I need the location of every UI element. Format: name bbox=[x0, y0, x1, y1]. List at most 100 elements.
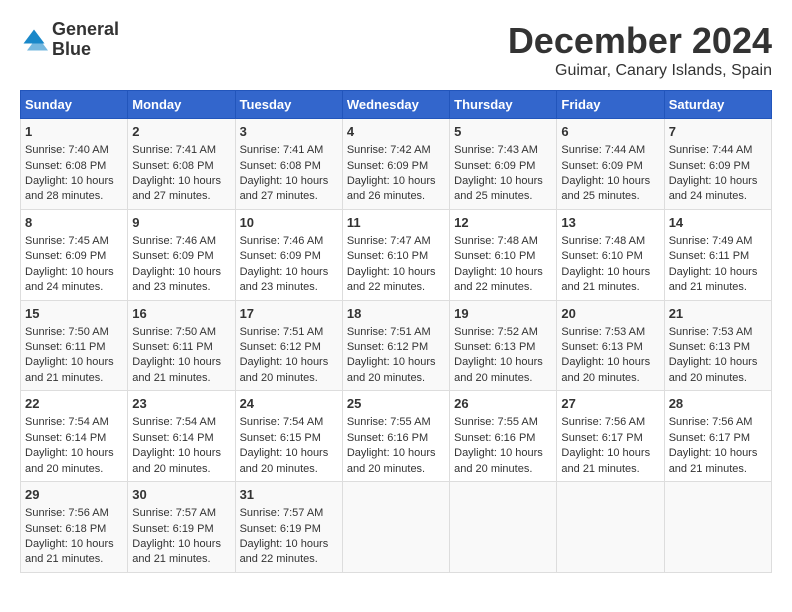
day-header-wednesday: Wednesday bbox=[342, 91, 449, 119]
day-number: 9 bbox=[132, 214, 230, 232]
day-number: 26 bbox=[454, 395, 552, 413]
calendar-cell: 28 Sunrise: 7:56 AM Sunset: 6:17 PM Dayli… bbox=[664, 391, 771, 482]
day-number: 20 bbox=[561, 305, 659, 323]
day-number: 27 bbox=[561, 395, 659, 413]
day-number: 7 bbox=[669, 123, 767, 141]
day-number: 18 bbox=[347, 305, 445, 323]
day-info: Sunrise: 7:50 AM Sunset: 6:11 PM Dayligh… bbox=[25, 325, 123, 387]
day-number: 11 bbox=[347, 214, 445, 232]
calendar-cell bbox=[342, 482, 449, 573]
day-info: Sunrise: 7:47 AM Sunset: 6:10 PM Dayligh… bbox=[347, 234, 445, 296]
calendar-cell: 16Sunrise: 7:50 AM Sunset: 6:11 PM Dayli… bbox=[128, 300, 235, 391]
day-info: Sunrise: 7:41 AM Sunset: 6:08 PM Dayligh… bbox=[240, 143, 338, 205]
day-number: 15 bbox=[25, 305, 123, 323]
day-number: 25 bbox=[347, 395, 445, 413]
day-header-thursday: Thursday bbox=[450, 91, 557, 119]
day-number: 28 bbox=[669, 395, 767, 413]
title-block: December 2024 Guimar, Canary Islands, Sp… bbox=[508, 20, 772, 80]
day-number: 31 bbox=[240, 486, 338, 504]
day-number: 13 bbox=[561, 214, 659, 232]
calendar-cell: 11 Sunrise: 7:47 AM Sunset: 6:10 PM Dayli… bbox=[342, 209, 449, 300]
calendar-cell: 14 Sunrise: 7:49 AM Sunset: 6:11 PM Dayli… bbox=[664, 209, 771, 300]
calendar-table: SundayMondayTuesdayWednesdayThursdayFrid… bbox=[20, 90, 772, 573]
calendar-cell: 30 Sunrise: 7:57 AM Sunset: 6:19 PM Dayli… bbox=[128, 482, 235, 573]
calendar-cell: 2 Sunrise: 7:41 AM Sunset: 6:08 PM Daylig… bbox=[128, 119, 235, 210]
day-info: Sunrise: 7:55 AM Sunset: 6:16 PM Dayligh… bbox=[454, 415, 552, 477]
day-info: Sunrise: 7:56 AM Sunset: 6:17 PM Dayligh… bbox=[669, 415, 767, 477]
day-number: 4 bbox=[347, 123, 445, 141]
day-info: Sunrise: 7:51 AM Sunset: 6:12 PM Dayligh… bbox=[240, 325, 338, 387]
calendar-cell: 1 Sunrise: 7:40 AM Sunset: 6:08 PM Daylig… bbox=[21, 119, 128, 210]
day-info: Sunrise: 7:48 AM Sunset: 6:10 PM Dayligh… bbox=[454, 234, 552, 296]
calendar-cell: 24 Sunrise: 7:54 AM Sunset: 6:15 PM Dayli… bbox=[235, 391, 342, 482]
day-info: Sunrise: 7:43 AM Sunset: 6:09 PM Dayligh… bbox=[454, 143, 552, 205]
calendar-cell: 8Sunrise: 7:45 AM Sunset: 6:09 PM Daylig… bbox=[21, 209, 128, 300]
calendar-cell bbox=[450, 482, 557, 573]
day-number: 22 bbox=[25, 395, 123, 413]
day-info: Sunrise: 7:40 AM Sunset: 6:08 PM Dayligh… bbox=[25, 143, 123, 205]
calendar-cell: 23Sunrise: 7:54 AM Sunset: 6:14 PM Dayli… bbox=[128, 391, 235, 482]
day-info: Sunrise: 7:46 AM Sunset: 6:09 PM Dayligh… bbox=[132, 234, 230, 296]
day-info: Sunrise: 7:42 AM Sunset: 6:09 PM Dayligh… bbox=[347, 143, 445, 205]
page-header: General Blue December 2024 Guimar, Canar… bbox=[20, 20, 772, 80]
day-info: Sunrise: 7:54 AM Sunset: 6:14 PM Dayligh… bbox=[25, 415, 123, 477]
day-info: Sunrise: 7:54 AM Sunset: 6:15 PM Dayligh… bbox=[240, 415, 338, 477]
calendar-cell: 20Sunrise: 7:53 AM Sunset: 6:13 PM Dayli… bbox=[557, 300, 664, 391]
day-number: 30 bbox=[132, 486, 230, 504]
day-number: 17 bbox=[240, 305, 338, 323]
day-info: Sunrise: 7:56 AM Sunset: 6:17 PM Dayligh… bbox=[561, 415, 659, 477]
header-row: SundayMondayTuesdayWednesdayThursdayFrid… bbox=[21, 91, 772, 119]
day-header-friday: Friday bbox=[557, 91, 664, 119]
day-number: 6 bbox=[561, 123, 659, 141]
day-number: 12 bbox=[454, 214, 552, 232]
day-number: 10 bbox=[240, 214, 338, 232]
day-number: 16 bbox=[132, 305, 230, 323]
logo: General Blue bbox=[20, 20, 119, 60]
day-header-tuesday: Tuesday bbox=[235, 91, 342, 119]
day-number: 24 bbox=[240, 395, 338, 413]
day-info: Sunrise: 7:51 AM Sunset: 6:12 PM Dayligh… bbox=[347, 325, 445, 387]
calendar-cell: 19 Sunrise: 7:52 AM Sunset: 6:13 PM Dayli… bbox=[450, 300, 557, 391]
calendar-cell: 12 Sunrise: 7:48 AM Sunset: 6:10 PM Dayli… bbox=[450, 209, 557, 300]
day-info: Sunrise: 7:54 AM Sunset: 6:14 PM Dayligh… bbox=[132, 415, 230, 477]
day-info: Sunrise: 7:57 AM Sunset: 6:19 PM Dayligh… bbox=[132, 506, 230, 568]
calendar-cell: 17 Sunrise: 7:51 AM Sunset: 6:12 PM Dayli… bbox=[235, 300, 342, 391]
week-row-4: 22 Sunrise: 7:54 AM Sunset: 6:14 PM Dayli… bbox=[21, 391, 772, 482]
day-number: 3 bbox=[240, 123, 338, 141]
day-info: Sunrise: 7:56 AM Sunset: 6:18 PM Dayligh… bbox=[25, 506, 123, 568]
week-row-3: 15 Sunrise: 7:50 AM Sunset: 6:11 PM Dayli… bbox=[21, 300, 772, 391]
day-info: Sunrise: 7:53 AM Sunset: 6:13 PM Dayligh… bbox=[669, 325, 767, 387]
day-number: 14 bbox=[669, 214, 767, 232]
calendar-cell: 31 Sunrise: 7:57 AM Sunset: 6:19 PM Dayli… bbox=[235, 482, 342, 573]
day-header-monday: Monday bbox=[128, 91, 235, 119]
calendar-cell: 13 Sunrise: 7:48 AM Sunset: 6:10 PM Dayli… bbox=[557, 209, 664, 300]
day-info: Sunrise: 7:44 AM Sunset: 6:09 PM Dayligh… bbox=[561, 143, 659, 205]
calendar-cell: 27 Sunrise: 7:56 AM Sunset: 6:17 PM Dayli… bbox=[557, 391, 664, 482]
day-info: Sunrise: 7:41 AM Sunset: 6:08 PM Dayligh… bbox=[132, 143, 230, 205]
calendar-cell: 18 Sunrise: 7:51 AM Sunset: 6:12 PM Dayli… bbox=[342, 300, 449, 391]
day-info: Sunrise: 7:48 AM Sunset: 6:10 PM Dayligh… bbox=[561, 234, 659, 296]
calendar-cell: 26 Sunrise: 7:55 AM Sunset: 6:16 PM Dayli… bbox=[450, 391, 557, 482]
calendar-cell: 21 Sunrise: 7:53 AM Sunset: 6:13 PM Dayli… bbox=[664, 300, 771, 391]
day-number: 19 bbox=[454, 305, 552, 323]
week-row-2: 8Sunrise: 7:45 AM Sunset: 6:09 PM Daylig… bbox=[21, 209, 772, 300]
day-number: 1 bbox=[25, 123, 123, 141]
logo-text: General Blue bbox=[52, 20, 119, 60]
calendar-cell: 15 Sunrise: 7:50 AM Sunset: 6:11 PM Dayli… bbox=[21, 300, 128, 391]
day-info: Sunrise: 7:57 AM Sunset: 6:19 PM Dayligh… bbox=[240, 506, 338, 568]
day-info: Sunrise: 7:49 AM Sunset: 6:11 PM Dayligh… bbox=[669, 234, 767, 296]
main-title: December 2024 bbox=[508, 20, 772, 62]
day-info: Sunrise: 7:52 AM Sunset: 6:13 PM Dayligh… bbox=[454, 325, 552, 387]
day-number: 29 bbox=[25, 486, 123, 504]
day-number: 2 bbox=[132, 123, 230, 141]
calendar-cell: 22 Sunrise: 7:54 AM Sunset: 6:14 PM Dayli… bbox=[21, 391, 128, 482]
logo-icon bbox=[20, 26, 48, 54]
day-info: Sunrise: 7:55 AM Sunset: 6:16 PM Dayligh… bbox=[347, 415, 445, 477]
day-number: 5 bbox=[454, 123, 552, 141]
calendar-cell: 9 Sunrise: 7:46 AM Sunset: 6:09 PM Daylig… bbox=[128, 209, 235, 300]
day-number: 21 bbox=[669, 305, 767, 323]
week-row-5: 29 Sunrise: 7:56 AM Sunset: 6:18 PM Dayli… bbox=[21, 482, 772, 573]
calendar-cell: 3 Sunrise: 7:41 AM Sunset: 6:08 PM Daylig… bbox=[235, 119, 342, 210]
week-row-1: 1 Sunrise: 7:40 AM Sunset: 6:08 PM Daylig… bbox=[21, 119, 772, 210]
day-info: Sunrise: 7:46 AM Sunset: 6:09 PM Dayligh… bbox=[240, 234, 338, 296]
